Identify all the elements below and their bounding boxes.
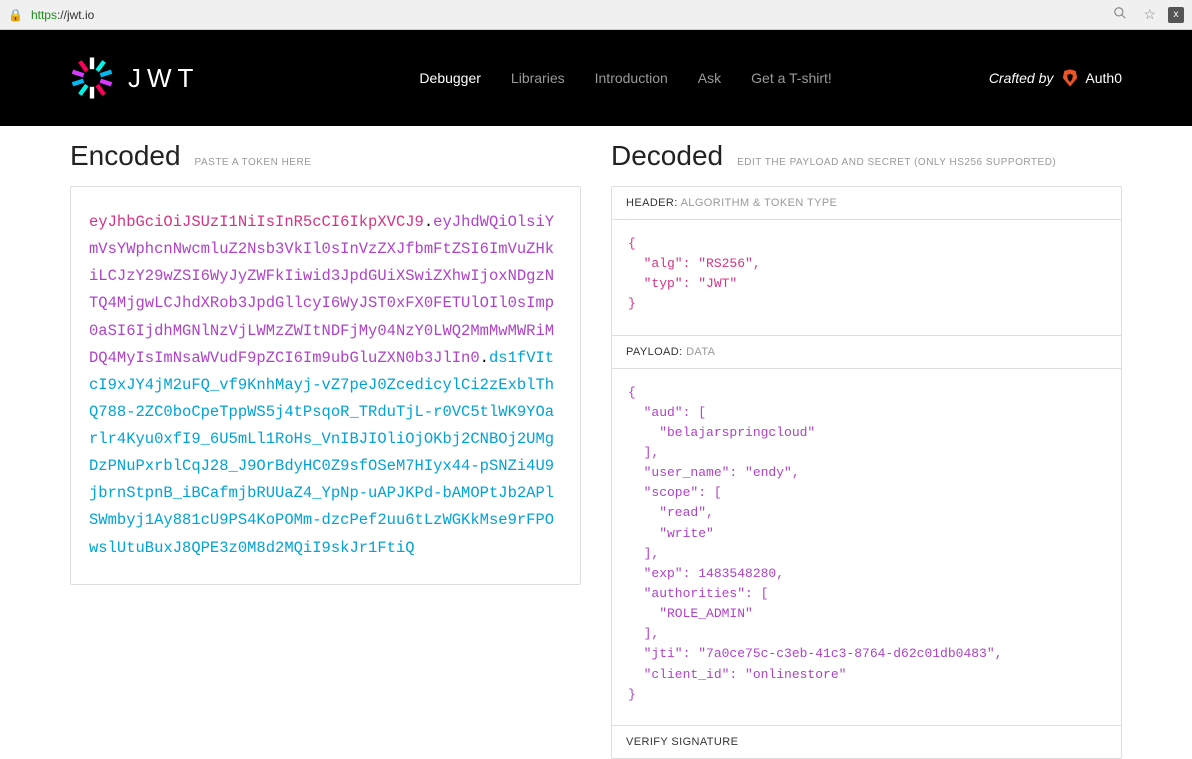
decoded-header-section: HEADER: ALGORITHM & TOKEN TYPE { "alg": … [612,187,1121,336]
nav-ask[interactable]: Ask [698,70,721,86]
nav-tshirt[interactable]: Get a T-shirt! [751,70,832,86]
decoded-verify-section: VERIFY SIGNATURE [612,726,1121,758]
token-header-segment: eyJhbGciOiJSUzI1NiIsInR5cCI6IkpXVCJ9 [89,213,424,231]
encoded-column: Encoded PASTE A TOKEN HERE eyJhbGciOiJSU… [70,140,581,759]
decoded-header-label: HEADER: [626,197,678,209]
nav-debugger[interactable]: Debugger [419,70,481,86]
decoded-title: Decoded [611,140,723,172]
browser-address-bar: 🔒 https://jwt.io ☆ x [0,0,1192,30]
jwt-logo-icon [70,56,114,100]
encoded-title: Encoded [70,140,181,172]
decoded-header-json[interactable]: { "alg": "RS256", "typ": "JWT" } [612,220,1121,335]
nav-introduction[interactable]: Introduction [595,70,668,86]
decoded-payload-section: PAYLOAD: DATA { "aud": [ "belajarspringc… [612,336,1121,726]
token-dot: . [480,349,489,367]
decoded-header-label-row: HEADER: ALGORITHM & TOKEN TYPE [612,187,1121,220]
lock-icon: 🔒 [8,8,23,22]
encoded-title-row: Encoded PASTE A TOKEN HERE [70,140,581,172]
decoded-title-row: Decoded EDIT THE PAYLOAD AND SECRET (ONL… [611,140,1122,172]
url-protocol: https [31,8,57,22]
nav-libraries[interactable]: Libraries [511,70,565,86]
site-header: JWT Debugger Libraries Introduction Ask … [0,30,1192,126]
decoded-header-sub: ALGORITHM & TOKEN TYPE [681,197,838,209]
verify-signature-label: VERIFY SIGNATURE [612,726,1121,758]
decoded-payload-label: PAYLOAD: [626,346,683,358]
decoded-hint: EDIT THE PAYLOAD AND SECRET (ONLY HS256 … [737,157,1056,168]
encoded-hint: PASTE A TOKEN HERE [195,157,312,168]
decoded-payload-label-row: PAYLOAD: DATA [612,336,1121,369]
url-path: ://jwt.io [57,8,94,22]
search-icon[interactable] [1109,6,1131,23]
main-nav: Debugger Libraries Introduction Ask Get … [419,70,831,86]
crafted-by: Crafted by Auth0 [989,68,1122,88]
decoded-column: Decoded EDIT THE PAYLOAD AND SECRET (ONL… [611,140,1122,759]
extension-icon[interactable]: x [1168,7,1184,23]
auth0-label: Auth0 [1085,70,1122,86]
decoded-payload-json[interactable]: { "aud": [ "belajarspringcloud" ], "user… [612,369,1121,725]
auth0-shield-icon [1061,68,1079,88]
token-signature-segment: ds1fVItcI9xJY4jM2uFQ_vf9KnhMayj-vZ7peJ0Z… [89,349,554,557]
bookmark-star-icon[interactable]: ☆ [1139,6,1160,23]
token-payload-segment: eyJhdWQiOlsiYmVsYWphcnNwcmluZ2Nsb3VkIl0s… [89,213,554,367]
url-display[interactable]: https://jwt.io [31,8,1101,22]
encoded-token[interactable]: eyJhbGciOiJSUzI1NiIsInR5cCI6IkpXVCJ9.eyJ… [71,187,580,584]
token-dot: . [424,213,433,231]
decoded-panel: HEADER: ALGORITHM & TOKEN TYPE { "alg": … [611,186,1122,759]
logo[interactable]: JWT [70,56,199,100]
decoded-payload-sub: DATA [686,346,715,358]
logo-text: JWT [128,63,199,94]
crafted-by-label: Crafted by [989,70,1054,86]
auth0-link[interactable]: Auth0 [1061,68,1122,88]
main-content: Encoded PASTE A TOKEN HERE eyJhbGciOiJSU… [0,126,1192,759]
encoded-panel: eyJhbGciOiJSUzI1NiIsInR5cCI6IkpXVCJ9.eyJ… [70,186,581,585]
